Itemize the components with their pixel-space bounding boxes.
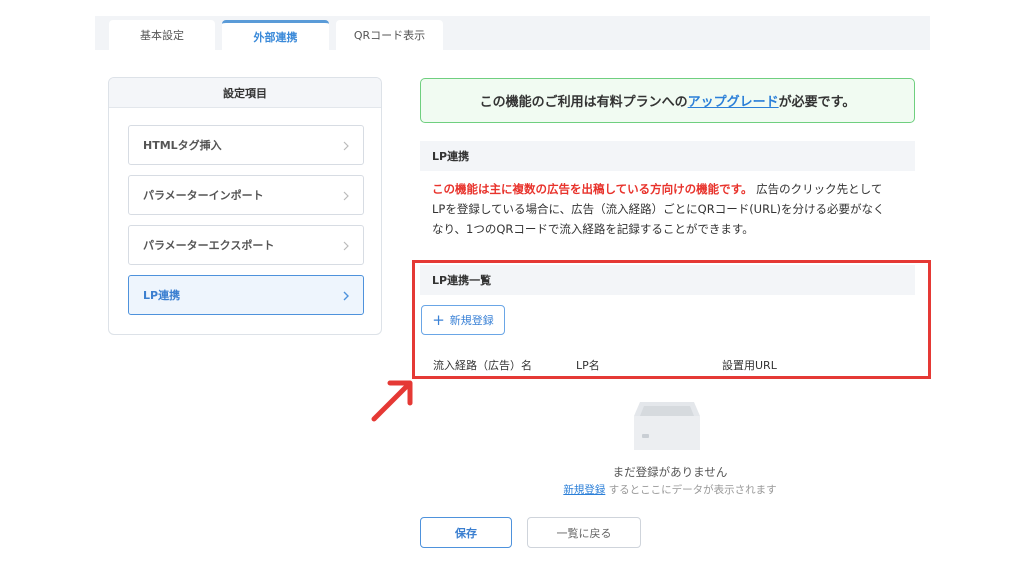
- sidebar-title: 設定項目: [109, 78, 381, 108]
- chevron-right-icon: [343, 191, 349, 201]
- lp-description-line1: 広告のクリック先として: [752, 182, 883, 196]
- annotation-arrow-icon: [371, 380, 413, 422]
- tab-bar: 基本設定 外部連携 QRコード表示: [95, 16, 930, 50]
- notice-text-post: が必要です。: [778, 95, 856, 110]
- sidebar-item-parameter-import[interactable]: パラメーターインポート: [128, 175, 364, 215]
- sidebar-item-html-tag[interactable]: HTMLタグ挿入: [128, 125, 364, 165]
- lp-section-title: LP連携: [420, 141, 915, 171]
- lp-description-line2: LPを登録している場合に、広告（流入経路）ごとにQRコード(URL)を分ける必要…: [432, 202, 885, 216]
- tab-external-integration[interactable]: 外部連携: [222, 20, 329, 50]
- settings-sidebar: 設定項目 HTMLタグ挿入 パラメーターインポート パラメーターエクスポート L…: [108, 77, 382, 335]
- chevron-right-icon: [343, 241, 349, 251]
- empty-state-suffix: するとここにデータが表示されます: [605, 484, 777, 496]
- chevron-right-icon: [343, 291, 349, 301]
- save-button[interactable]: 保存: [420, 517, 512, 548]
- upgrade-link[interactable]: アップグレード: [688, 91, 779, 110]
- empty-tray-icon: [634, 402, 700, 450]
- sidebar-item-lp-integration[interactable]: LP連携: [128, 275, 364, 315]
- lp-description: この機能は主に複数の広告を出稿している方向けの機能です。 広告のクリック先として…: [432, 179, 917, 239]
- notice-text-pre: この機能のご利用は有料プランへの: [479, 95, 688, 110]
- empty-state-new-link[interactable]: 新規登録: [563, 484, 605, 496]
- sidebar-item-parameter-export[interactable]: パラメーターエクスポート: [128, 225, 364, 265]
- back-to-list-button[interactable]: 一覧に戻る: [527, 517, 641, 548]
- sidebar-item-label: パラメーターエクスポート: [143, 239, 275, 252]
- upgrade-notice: この機能のご利用は有料プランへの アップグレード が必要です。: [420, 78, 915, 123]
- sidebar-item-label: パラメーターインポート: [143, 189, 264, 202]
- sidebar-item-label: LP連携: [143, 289, 181, 302]
- empty-state-hint: 新規登録 するとここにデータが表示されます: [530, 482, 810, 497]
- annotation-highlight-box: [412, 260, 931, 379]
- empty-state-message: まだ登録がありません: [612, 465, 728, 479]
- chevron-right-icon: [343, 141, 349, 151]
- sidebar-item-label: HTMLタグ挿入: [143, 139, 222, 152]
- tab-basic-settings[interactable]: 基本設定: [109, 20, 215, 50]
- lp-description-highlight: この機能は主に複数の広告を出稿している方向けの機能です。: [432, 182, 753, 196]
- tab-qr-code-display[interactable]: QRコード表示: [336, 20, 443, 50]
- lp-description-line3: なり、1つのQRコードで流入経路を記録することができます。: [432, 222, 754, 236]
